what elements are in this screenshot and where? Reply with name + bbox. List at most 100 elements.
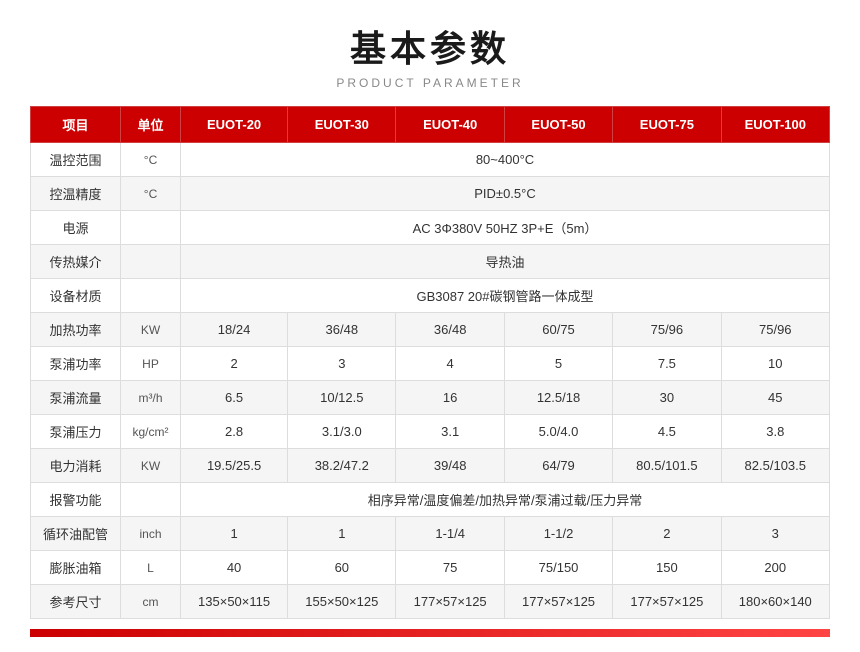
row-cell-7-3: 12.5/18: [504, 381, 612, 415]
row-cell-11-4: 2: [613, 517, 721, 551]
row-span-value-2: AC 3Φ380V 50HZ 3P+E（5m）: [181, 211, 830, 245]
row-cell-5-1: 36/48: [288, 313, 396, 347]
row-cell-12-1: 60: [288, 551, 396, 585]
table-row: 温控范围°C80~400°C: [31, 143, 830, 177]
table-row: 泵浦压力kg/cm²2.83.1/3.03.15.0/4.04.53.8: [31, 415, 830, 449]
table-row: 传热媒介 导热油: [31, 245, 830, 279]
col-header-5: EUOT-50: [504, 107, 612, 143]
table-row: 电源 AC 3Φ380V 50HZ 3P+E（5m）: [31, 211, 830, 245]
row-span-value-3: 导热油: [181, 245, 830, 279]
row-cell-12-5: 200: [721, 551, 829, 585]
row-unit-10: [121, 483, 181, 517]
col-header-2: EUOT-20: [181, 107, 288, 143]
row-span-value-4: GB3087 20#碳钢管路一体成型: [181, 279, 830, 313]
row-unit-8: kg/cm²: [121, 415, 181, 449]
row-unit-5: KW: [121, 313, 181, 347]
row-unit-13: cm: [121, 585, 181, 619]
row-span-value-10: 相序异常/温度偏差/加热异常/泵浦过载/压力异常: [181, 483, 830, 517]
row-cell-11-0: 1: [181, 517, 288, 551]
row-cell-6-2: 4: [396, 347, 504, 381]
row-cell-13-5: 180×60×140: [721, 585, 829, 619]
col-header-3: EUOT-30: [288, 107, 396, 143]
table-row: 泵浦流量m³/h6.510/12.51612.5/183045: [31, 381, 830, 415]
row-cell-9-3: 64/79: [504, 449, 612, 483]
row-cell-12-0: 40: [181, 551, 288, 585]
row-span-value-0: 80~400°C: [181, 143, 830, 177]
row-cell-8-0: 2.8: [181, 415, 288, 449]
row-cell-5-2: 36/48: [396, 313, 504, 347]
row-cell-7-1: 10/12.5: [288, 381, 396, 415]
row-cell-12-4: 150: [613, 551, 721, 585]
row-unit-11: inch: [121, 517, 181, 551]
row-cell-5-4: 75/96: [613, 313, 721, 347]
row-label-5: 加热功率: [31, 313, 121, 347]
row-cell-8-4: 4.5: [613, 415, 721, 449]
row-label-4: 设备材质: [31, 279, 121, 313]
row-label-0: 温控范围: [31, 143, 121, 177]
table-row: 泵浦功率HP23457.510: [31, 347, 830, 381]
table-row: 循环油配管inch111-1/41-1/223: [31, 517, 830, 551]
row-unit-4: [121, 279, 181, 313]
row-label-12: 膨胀油箱: [31, 551, 121, 585]
row-cell-8-5: 3.8: [721, 415, 829, 449]
col-header-7: EUOT-100: [721, 107, 829, 143]
row-cell-5-5: 75/96: [721, 313, 829, 347]
row-unit-1: °C: [121, 177, 181, 211]
row-label-10: 报警功能: [31, 483, 121, 517]
table-row: 加热功率KW18/2436/4836/4860/7575/9675/96: [31, 313, 830, 347]
row-cell-8-3: 5.0/4.0: [504, 415, 612, 449]
row-label-1: 控温精度: [31, 177, 121, 211]
row-cell-7-4: 30: [613, 381, 721, 415]
page-sub-title: PRODUCT PARAMETER: [30, 76, 830, 90]
row-cell-11-5: 3: [721, 517, 829, 551]
row-cell-6-1: 3: [288, 347, 396, 381]
row-cell-9-1: 38.2/47.2: [288, 449, 396, 483]
row-cell-8-1: 3.1/3.0: [288, 415, 396, 449]
table-row: 电力消耗KW19.5/25.538.2/47.239/4864/7980.5/1…: [31, 449, 830, 483]
row-cell-13-0: 135×50×115: [181, 585, 288, 619]
row-cell-7-5: 45: [721, 381, 829, 415]
row-unit-3: [121, 245, 181, 279]
row-cell-9-5: 82.5/103.5: [721, 449, 829, 483]
row-cell-7-0: 6.5: [181, 381, 288, 415]
row-unit-6: HP: [121, 347, 181, 381]
col-header-4: EUOT-40: [396, 107, 504, 143]
row-cell-6-4: 7.5: [613, 347, 721, 381]
parameter-table: 项目单位EUOT-20EUOT-30EUOT-40EUOT-50EUOT-75E…: [30, 106, 830, 619]
row-label-7: 泵浦流量: [31, 381, 121, 415]
row-label-3: 传热媒介: [31, 245, 121, 279]
table-row: 设备材质 GB3087 20#碳钢管路一体成型: [31, 279, 830, 313]
row-unit-7: m³/h: [121, 381, 181, 415]
col-header-6: EUOT-75: [613, 107, 721, 143]
row-cell-5-0: 18/24: [181, 313, 288, 347]
row-label-6: 泵浦功率: [31, 347, 121, 381]
col-header-1: 单位: [121, 107, 181, 143]
row-cell-6-5: 10: [721, 347, 829, 381]
row-label-2: 电源: [31, 211, 121, 245]
row-cell-12-2: 75: [396, 551, 504, 585]
table-row: 膨胀油箱L40607575/150150200: [31, 551, 830, 585]
table-row: 报警功能 相序异常/温度偏差/加热异常/泵浦过载/压力异常: [31, 483, 830, 517]
row-cell-13-4: 177×57×125: [613, 585, 721, 619]
row-cell-6-3: 5: [504, 347, 612, 381]
row-unit-9: KW: [121, 449, 181, 483]
row-unit-12: L: [121, 551, 181, 585]
row-cell-7-2: 16: [396, 381, 504, 415]
row-label-9: 电力消耗: [31, 449, 121, 483]
col-header-0: 项目: [31, 107, 121, 143]
row-cell-13-2: 177×57×125: [396, 585, 504, 619]
row-label-8: 泵浦压力: [31, 415, 121, 449]
row-label-13: 参考尺寸: [31, 585, 121, 619]
row-cell-9-4: 80.5/101.5: [613, 449, 721, 483]
row-unit-2: [121, 211, 181, 245]
row-cell-9-2: 39/48: [396, 449, 504, 483]
row-cell-11-3: 1-1/2: [504, 517, 612, 551]
row-cell-12-3: 75/150: [504, 551, 612, 585]
row-cell-13-3: 177×57×125: [504, 585, 612, 619]
row-cell-5-3: 60/75: [504, 313, 612, 347]
row-label-11: 循环油配管: [31, 517, 121, 551]
row-cell-8-2: 3.1: [396, 415, 504, 449]
row-cell-13-1: 155×50×125: [288, 585, 396, 619]
page-main-title: 基本参数: [30, 20, 830, 72]
table-row: 参考尺寸cm135×50×115155×50×125177×57×125177×…: [31, 585, 830, 619]
